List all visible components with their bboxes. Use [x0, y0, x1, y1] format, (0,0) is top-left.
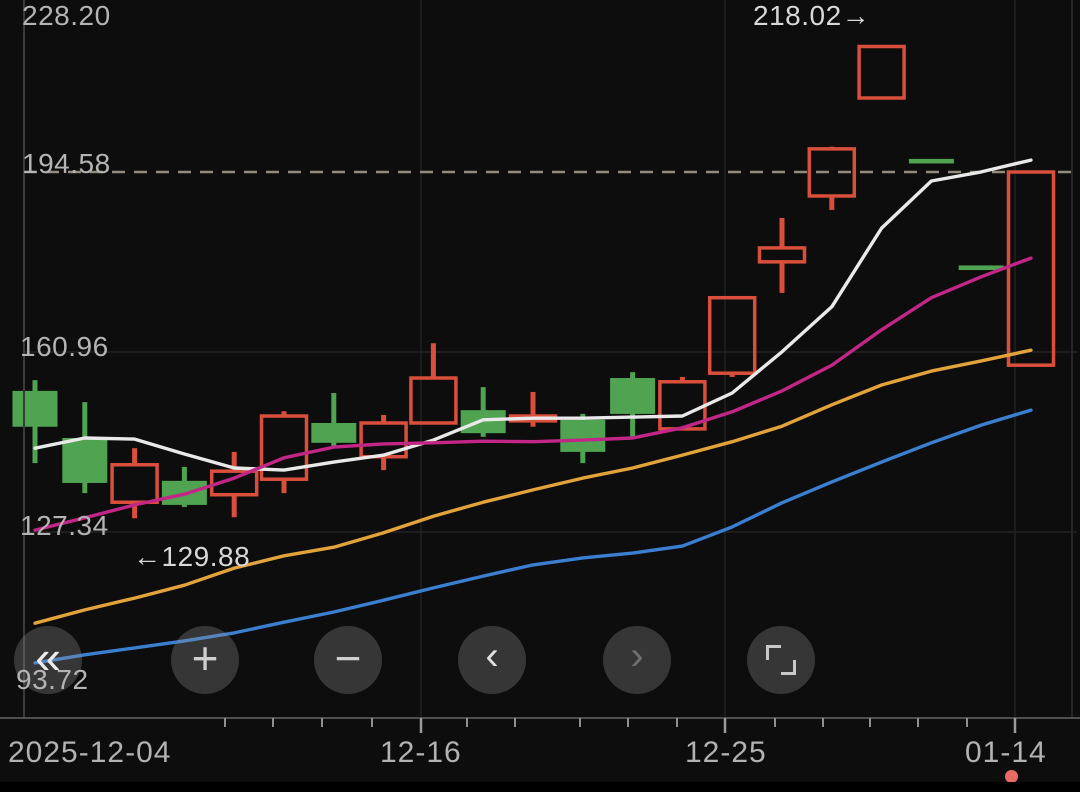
x-axis-label-mid2: 12-25 — [685, 736, 767, 769]
candlestick-chart[interactable] — [0, 0, 1080, 792]
x-axis-label-mid1: 12-16 — [380, 736, 462, 769]
y-axis-label-194: 194.58 — [22, 148, 111, 179]
x-axis-label-end: 01-14 — [965, 736, 1047, 769]
stock-chart-screen: 228.20 194.58 160.96 127.34 93.72 218.02… — [0, 0, 1080, 792]
y-axis-label-160: 160.96 — [20, 331, 109, 362]
y-axis-label-93: 93.72 — [16, 664, 89, 695]
minus-icon: − — [334, 631, 362, 684]
low-price-marker: ←129.88 — [133, 541, 251, 572]
next-button[interactable]: › — [603, 626, 671, 694]
plus-icon: + — [191, 631, 219, 684]
zoom-in-button[interactable]: + — [171, 626, 239, 694]
chevron-right-icon: › — [630, 634, 644, 678]
prev-button[interactable]: ‹ — [458, 626, 526, 694]
zoom-out-button[interactable]: − — [314, 626, 382, 694]
fullscreen-icon — [766, 645, 796, 675]
chevron-left-icon: ‹ — [485, 634, 499, 678]
fullscreen-button[interactable] — [747, 626, 815, 694]
bottom-strip — [0, 782, 1080, 792]
high-price-marker: 218.02→ — [753, 0, 871, 31]
y-axis-label-127: 127.34 — [20, 510, 109, 541]
ma-blue — [33, 408, 1033, 665]
y-axis-label-228: 228.20 — [22, 0, 111, 31]
x-axis-label-start: 2025-12-04 — [8, 736, 172, 769]
